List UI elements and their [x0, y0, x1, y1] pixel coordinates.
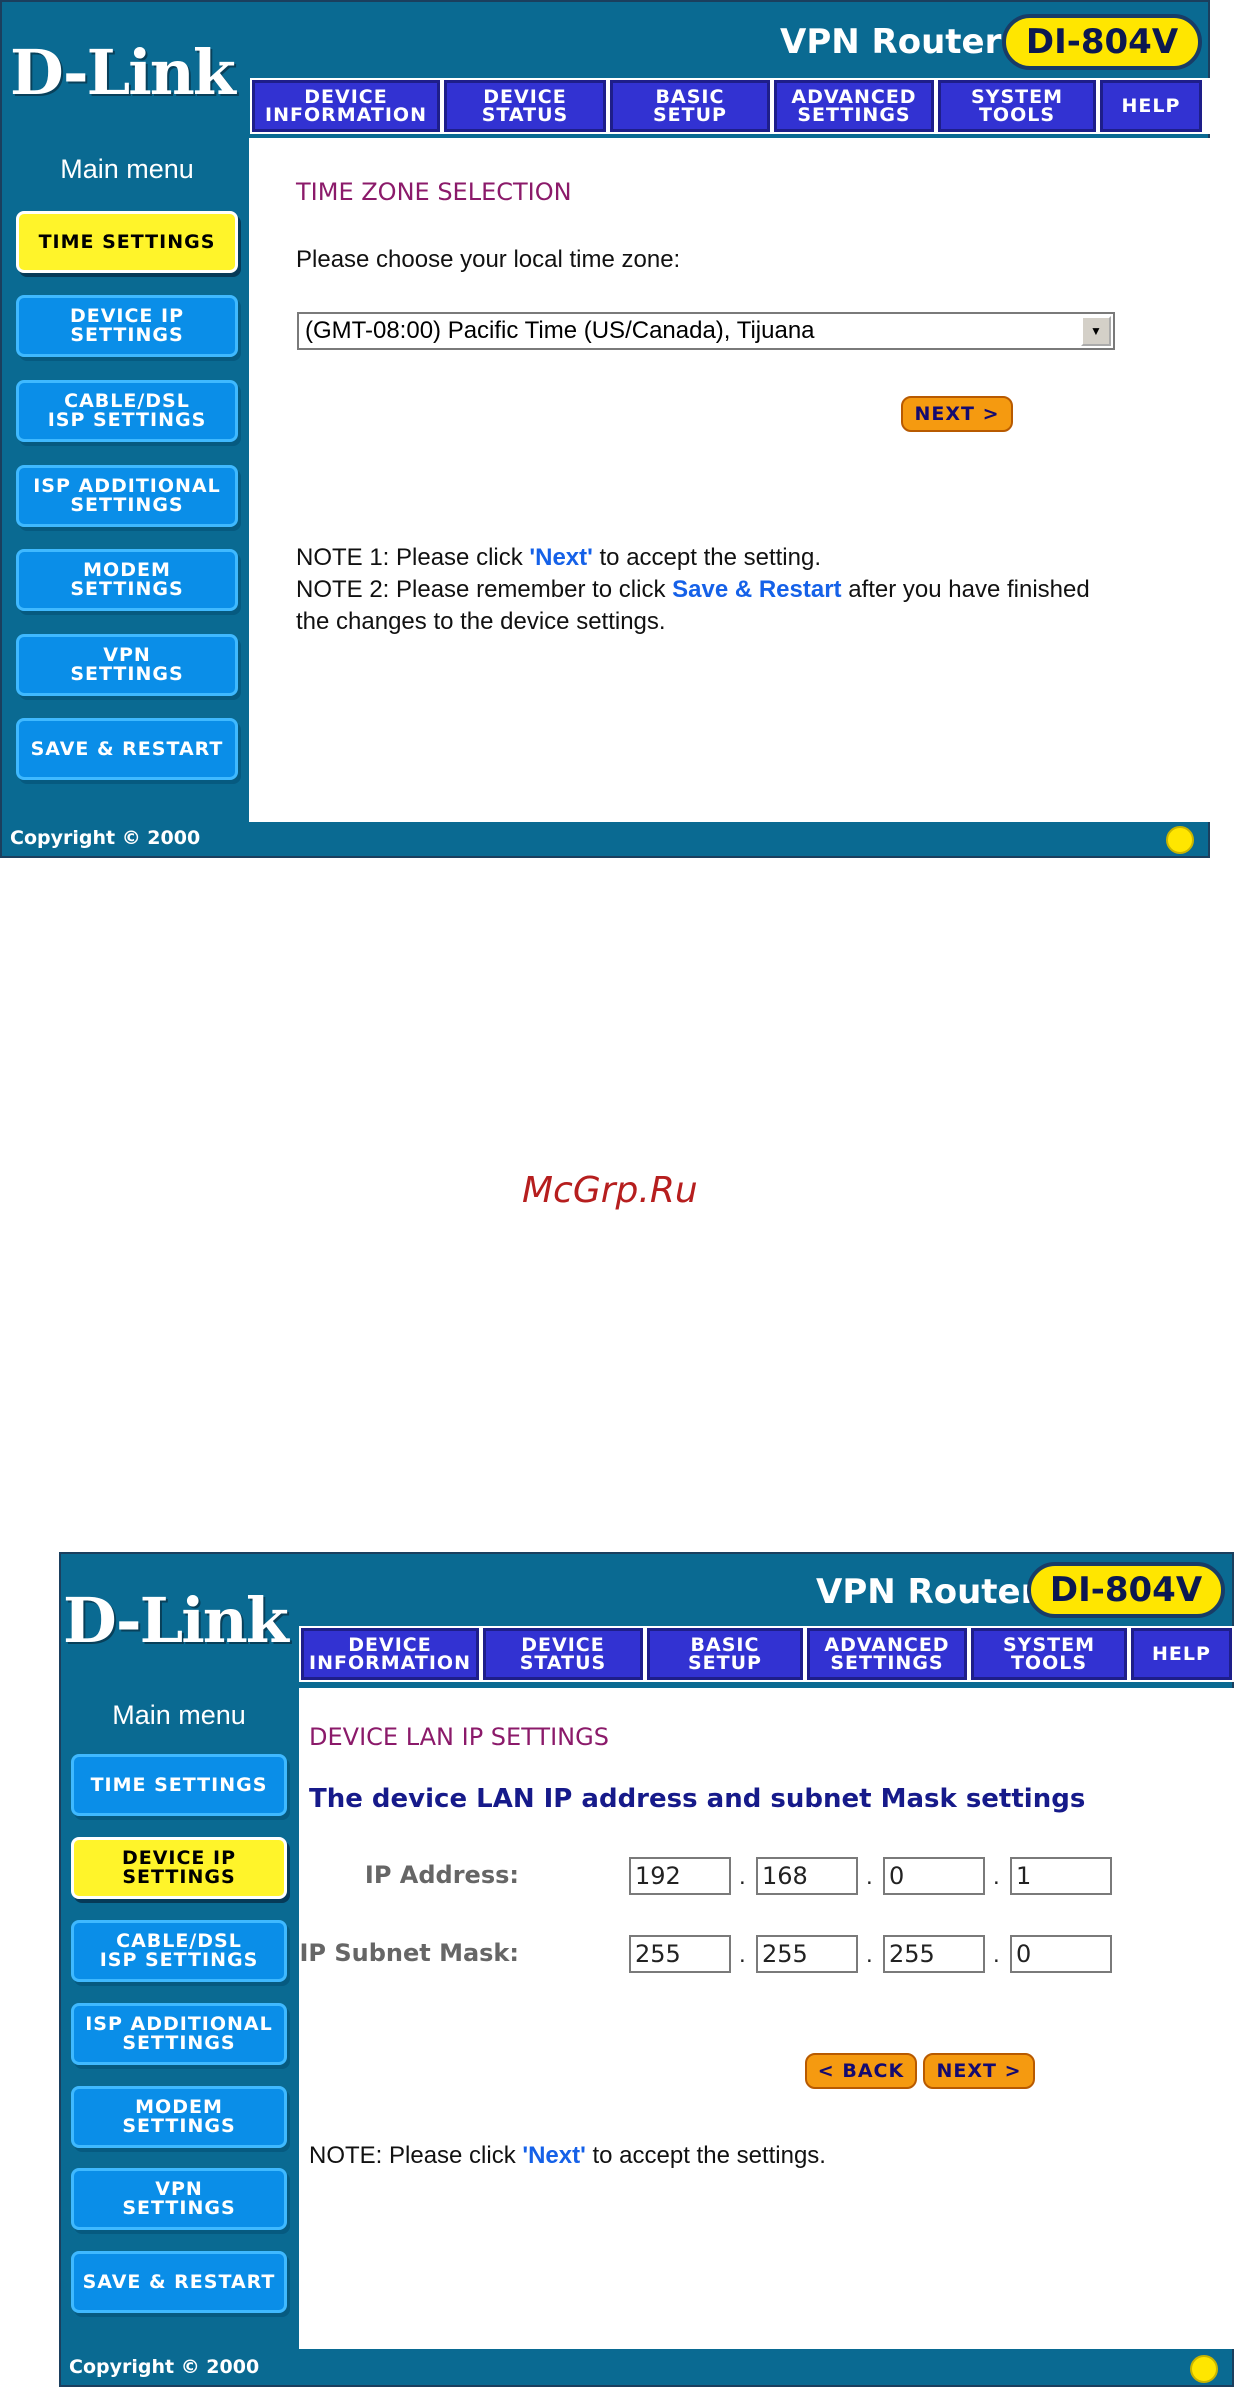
- note-1-next-link: 'Next': [529, 544, 593, 571]
- mask-dot: .: [993, 1941, 1000, 1968]
- top-nav: DEVICE INFORMATION DEVICE STATUS BASIC S…: [250, 78, 1210, 134]
- ip-dot: .: [739, 1863, 746, 1890]
- dlink-logo: D-Link: [10, 36, 236, 109]
- watermark: McGrp.Ru: [522, 1170, 698, 1211]
- subnet-mask-octet-4[interactable]: 0: [1010, 1935, 1112, 1973]
- page-subtitle: The device LAN IP address and subnet Mas…: [309, 1784, 1086, 1814]
- menu-isp-additional-settings[interactable]: ISP ADDITIONAL SETTINGS: [71, 2003, 287, 2065]
- page-title: DEVICE LAN IP SETTINGS: [309, 1723, 609, 1751]
- ip-address-octet-4[interactable]: 1: [1010, 1857, 1112, 1895]
- copyright: Copyright © 2000: [10, 827, 201, 849]
- note-1-text: NOTE 1: Please click: [296, 544, 530, 571]
- mask-dot: .: [739, 1941, 746, 1968]
- tab-device-status[interactable]: DEVICE STATUS: [483, 1628, 643, 1680]
- model-badge: DI-804V: [1027, 1562, 1225, 1618]
- screenshot-device-ip-settings: D-Link VPN Router DI-804V DEVICE INFORMA…: [59, 1552, 1234, 2387]
- product-name: VPN Router: [780, 22, 1002, 62]
- menu-isp-additional-settings[interactable]: ISP ADDITIONAL SETTINGS: [16, 465, 238, 527]
- subnet-mask-label: IP Subnet Mask:: [299, 1939, 519, 1967]
- timezone-value: (GMT-08:00) Pacific Time (US/Canada), Ti…: [305, 317, 815, 344]
- screenshot-time-settings: D-Link VPN Router DI-804V DEVICE INFORMA…: [0, 0, 1210, 858]
- note-text-end: to accept the settings.: [585, 2142, 826, 2169]
- menu-vpn-settings[interactable]: VPN SETTINGS: [16, 634, 238, 696]
- dlink-logo: D-Link: [63, 1584, 289, 1657]
- menu-vpn-settings[interactable]: VPN SETTINGS: [71, 2168, 287, 2230]
- tab-basic-setup[interactable]: BASIC SETUP: [610, 80, 770, 132]
- page-title: TIME ZONE SELECTION: [296, 178, 572, 206]
- tab-advanced-settings[interactable]: ADVANCED SETTINGS: [807, 1628, 967, 1680]
- subnet-mask-octet-2[interactable]: 255: [756, 1935, 858, 1973]
- back-button[interactable]: < BACK: [805, 2053, 917, 2089]
- model-badge: DI-804V: [1002, 14, 1202, 70]
- status-indicator-icon: [1166, 826, 1194, 854]
- tab-system-tools[interactable]: SYSTEM TOOLS: [971, 1628, 1127, 1680]
- tab-device-information[interactable]: DEVICE INFORMATION: [252, 80, 440, 132]
- mask-dot: .: [866, 1941, 873, 1968]
- tab-help[interactable]: HELP: [1131, 1628, 1232, 1680]
- ip-address-octet-3[interactable]: 0: [883, 1857, 985, 1895]
- timezone-select[interactable]: (GMT-08:00) Pacific Time (US/Canada), Ti…: [297, 312, 1115, 350]
- tab-device-status[interactable]: DEVICE STATUS: [444, 80, 606, 132]
- tab-advanced-settings[interactable]: ADVANCED SETTINGS: [774, 80, 934, 132]
- content-panel: TIME ZONE SELECTION Please choose your l…: [249, 138, 1210, 822]
- main-menu-title: Main menu: [112, 1700, 246, 1730]
- subnet-mask-octet-3[interactable]: 255: [883, 1935, 985, 1973]
- timezone-prompt: Please choose your local time zone:: [296, 246, 681, 273]
- ip-address-label: IP Address:: [364, 1861, 519, 1889]
- next-button[interactable]: NEXT >: [923, 2053, 1035, 2089]
- product-name: VPN Router: [816, 1572, 1038, 1612]
- footer: Copyright © 2000: [2, 822, 1208, 856]
- note-2-text: NOTE 2: Please remember to click: [296, 576, 673, 603]
- menu-save-restart[interactable]: SAVE & RESTART: [71, 2251, 287, 2313]
- note-text-start: NOTE: Please click: [309, 2142, 523, 2169]
- menu-device-ip-settings[interactable]: DEVICE IP SETTINGS: [16, 295, 238, 357]
- note-text: NOTE: Please click 'Next' to accept the …: [309, 2140, 1209, 2172]
- copyright: Copyright © 2000: [69, 2356, 260, 2378]
- note-next-link: 'Next': [522, 2142, 586, 2169]
- menu-time-settings[interactable]: TIME SETTINGS: [71, 1754, 287, 1816]
- menu-time-settings[interactable]: TIME SETTINGS: [16, 211, 238, 273]
- note-text: NOTE 1: Please click 'Next' to accept th…: [296, 542, 1196, 638]
- ip-address-octet-2[interactable]: 168: [756, 1857, 858, 1895]
- tab-help[interactable]: HELP: [1100, 80, 1202, 132]
- subnet-mask-octet-1[interactable]: 255: [629, 1935, 731, 1973]
- top-nav: DEVICE INFORMATION DEVICE STATUS BASIC S…: [299, 1626, 1234, 1682]
- menu-cable-dsl-isp-settings[interactable]: CABLE/DSL ISP SETTINGS: [16, 380, 238, 442]
- menu-modem-settings[interactable]: MODEM SETTINGS: [71, 2086, 287, 2148]
- note-2-text-end: after you have finished: [841, 576, 1090, 603]
- menu-save-restart[interactable]: SAVE & RESTART: [16, 718, 238, 780]
- note-1-text-end: to accept the setting.: [592, 544, 821, 571]
- chevron-down-icon[interactable]: ▼: [1081, 316, 1111, 346]
- footer: Copyright © 2000: [61, 2351, 1232, 2385]
- tab-system-tools[interactable]: SYSTEM TOOLS: [938, 80, 1096, 132]
- menu-modem-settings[interactable]: MODEM SETTINGS: [16, 549, 238, 611]
- ip-dot: .: [993, 1863, 1000, 1890]
- content-panel: DEVICE LAN IP SETTINGS The device LAN IP…: [299, 1688, 1234, 2349]
- note-2: NOTE 2: Please remember to click Save & …: [296, 574, 1196, 606]
- tab-basic-setup[interactable]: BASIC SETUP: [647, 1628, 803, 1680]
- tab-device-information[interactable]: DEVICE INFORMATION: [301, 1628, 479, 1680]
- note-2-save-restart-link: Save & Restart: [672, 576, 842, 603]
- ip-address-octet-1[interactable]: 192: [629, 1857, 731, 1895]
- note-1: NOTE 1: Please click 'Next' to accept th…: [296, 542, 1196, 574]
- status-indicator-icon: [1190, 2355, 1218, 2383]
- note-2-continued: the changes to the device settings.: [296, 608, 666, 635]
- ip-dot: .: [866, 1863, 873, 1890]
- main-menu-title: Main menu: [60, 154, 194, 184]
- next-button[interactable]: NEXT >: [901, 396, 1013, 432]
